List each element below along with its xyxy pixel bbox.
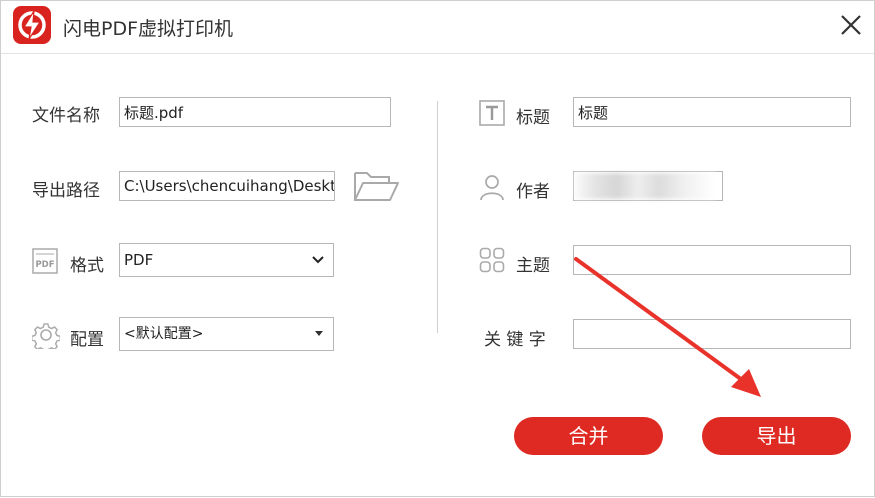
pdf-file-icon: PDF bbox=[32, 248, 58, 278]
subject-input[interactable] bbox=[573, 245, 851, 275]
config-select[interactable]: <默认配置> bbox=[119, 317, 334, 351]
caret-down-icon bbox=[313, 318, 325, 350]
filename-input[interactable] bbox=[119, 97, 391, 127]
gear-icon bbox=[30, 321, 61, 354]
config-label: 配置 bbox=[70, 330, 104, 350]
window-title: 闪电PDF虚拟打印机 bbox=[63, 18, 234, 40]
redacted-author-blur bbox=[575, 173, 715, 199]
text-title-icon bbox=[479, 100, 505, 130]
print-dialog: 闪电PDF虚拟打印机 文件名称 导出路径 C:\Users\chencuihan… bbox=[0, 0, 875, 497]
format-select[interactable]: PDF bbox=[119, 243, 334, 277]
title-bar: 闪电PDF虚拟打印机 bbox=[1, 1, 874, 54]
path-label: 导出路径 bbox=[32, 181, 100, 201]
filename-label: 文件名称 bbox=[32, 106, 100, 126]
app-logo-icon bbox=[13, 6, 51, 44]
chevron-down-icon bbox=[311, 244, 325, 276]
grid-subject-icon bbox=[479, 247, 505, 277]
author-label: 作者 bbox=[516, 182, 550, 202]
config-selected-value: <默认配置> bbox=[124, 326, 204, 342]
user-icon bbox=[479, 173, 505, 205]
folder-open-icon[interactable] bbox=[353, 169, 399, 207]
title-input[interactable] bbox=[573, 97, 851, 127]
title-label: 标题 bbox=[516, 108, 550, 128]
close-icon[interactable] bbox=[837, 11, 865, 39]
merge-button[interactable]: 合并 bbox=[514, 417, 663, 455]
format-selected-value: PDF bbox=[124, 251, 154, 269]
export-button[interactable]: 导出 bbox=[702, 417, 851, 455]
path-input[interactable]: C:\Users\chencuihang\Desktop bbox=[119, 171, 335, 201]
svg-text:PDF: PDF bbox=[35, 260, 54, 270]
subject-label: 主题 bbox=[516, 256, 550, 276]
column-divider bbox=[437, 101, 438, 333]
format-label: 格式 bbox=[70, 256, 104, 276]
keyword-label: 关 键 字 bbox=[484, 330, 546, 350]
keyword-input[interactable] bbox=[573, 319, 851, 349]
